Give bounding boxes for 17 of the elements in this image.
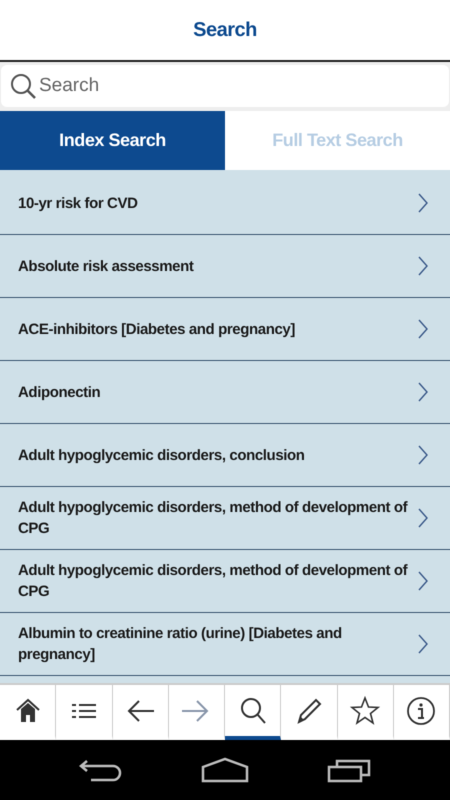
page-title: Search	[193, 18, 257, 43]
back-icon[interactable]	[79, 757, 123, 783]
chevron-right-icon	[418, 571, 428, 591]
chevron-right-icon	[418, 256, 428, 276]
chevron-right-icon	[418, 445, 428, 465]
search-icon	[9, 72, 37, 100]
search-field[interactable]: Search	[1, 65, 449, 107]
chevron-right-icon	[418, 634, 428, 654]
star-icon	[350, 696, 380, 726]
chevron-right-icon	[418, 508, 428, 528]
chevron-right-icon	[418, 193, 428, 213]
chevron-right-icon	[418, 319, 428, 339]
info-icon	[406, 696, 436, 726]
recents-icon[interactable]	[327, 757, 371, 783]
tab[interactable]: Index Search	[0, 111, 225, 170]
home-icon[interactable]	[201, 757, 249, 783]
chevron-right-icon	[418, 382, 428, 402]
